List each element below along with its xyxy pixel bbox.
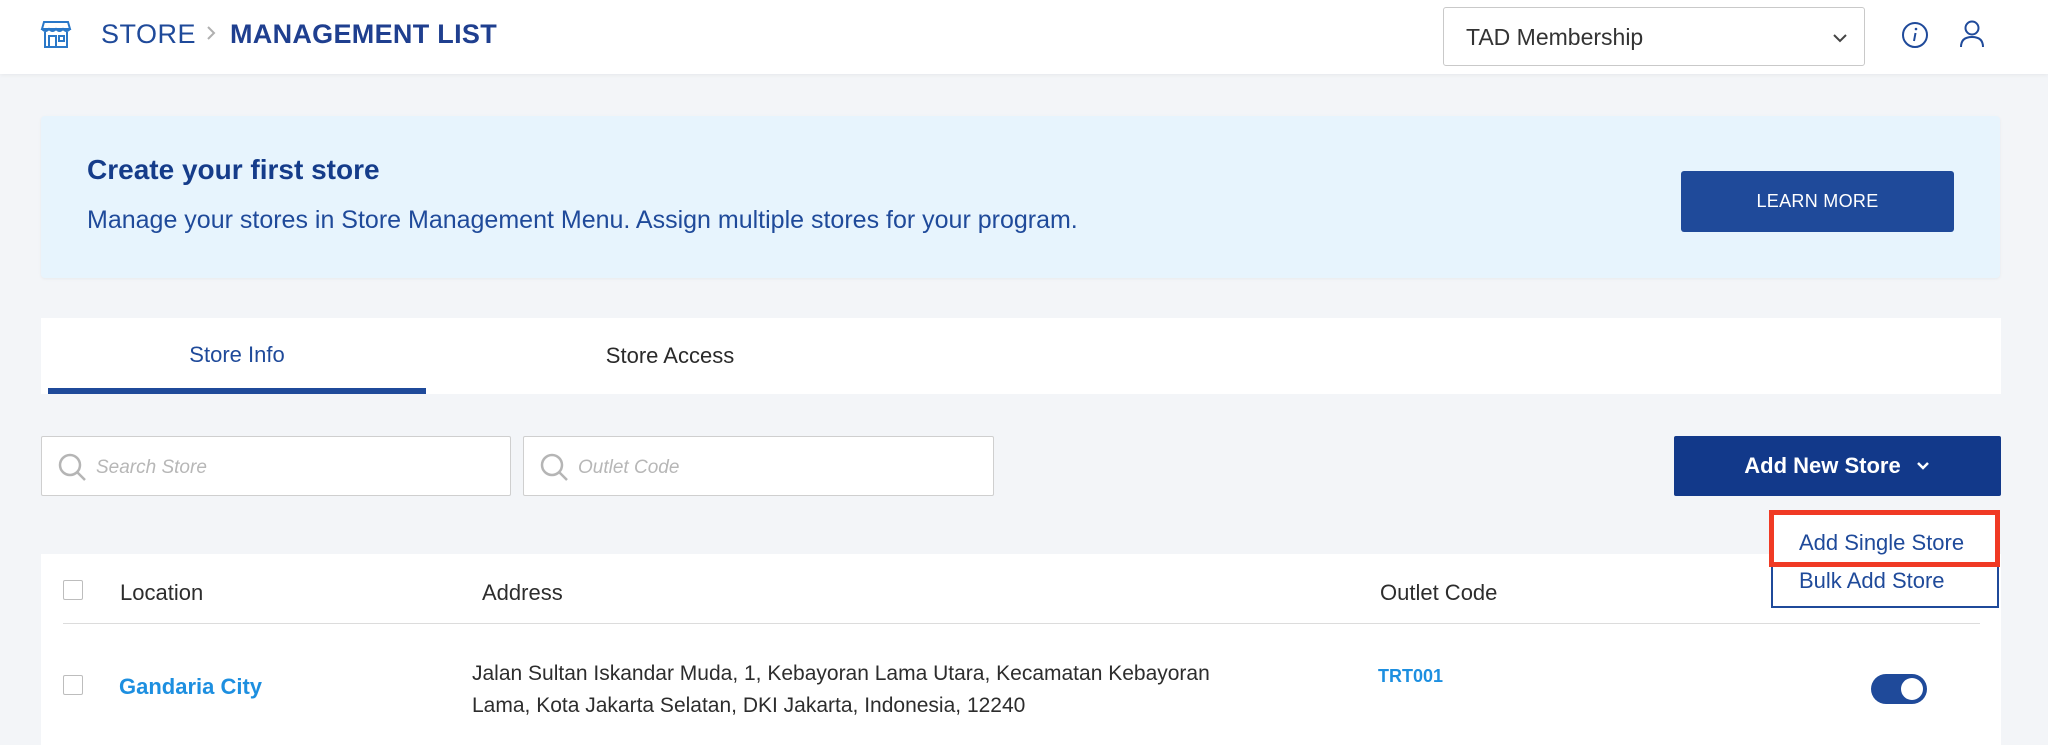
banner-description: Manage your stores in Store Management M… <box>87 206 1078 234</box>
top-header: STORE MANAGEMENT LIST TAD Membership <box>0 0 2048 74</box>
program-select-value: TAD Membership <box>1466 24 1644 50</box>
search-store-input[interactable]: Search Store <box>41 436 511 496</box>
store-icon[interactable] <box>40 18 72 50</box>
column-header-location: Location <box>120 580 204 605</box>
search-icon <box>58 453 86 481</box>
row-address: Jalan Sultan Iskandar Muda, 1, Kebayoran… <box>472 662 1210 717</box>
column-header-outlet-code: Outlet Code <box>1380 580 1498 605</box>
banner-title: Create your first store <box>87 154 380 185</box>
add-new-store-label: Add New Store <box>1744 453 1901 478</box>
store-table: Location Address Outlet Code Gandaria Ci… <box>41 554 2001 745</box>
chevron-down-icon <box>1833 34 1847 43</box>
search-store-placeholder: Search Store <box>96 457 207 478</box>
tab-bar: Store Info Store Access <box>41 318 2001 394</box>
tab-store-info[interactable]: Store Info <box>48 318 426 394</box>
menu-item-bulk-add-store[interactable]: Bulk Add Store <box>1799 568 1945 594</box>
chevron-right-icon <box>207 26 216 40</box>
menu-item-add-single-store[interactable]: Add Single Store <box>1799 530 1964 556</box>
toggle-knob <box>1901 678 1923 700</box>
onboarding-banner: Create your first store Manage your stor… <box>41 116 2000 278</box>
add-new-store-button[interactable]: Add New Store <box>1674 436 2001 496</box>
page-title: MANAGEMENT LIST <box>230 19 497 49</box>
info-icon[interactable] <box>1900 20 1930 50</box>
select-all-checkbox[interactable] <box>63 580 83 600</box>
search-icon <box>540 453 568 481</box>
column-header-address: Address <box>482 580 563 605</box>
row-checkbox[interactable] <box>63 675 83 695</box>
row-outlet-code[interactable]: TRT001 <box>1378 666 1443 687</box>
program-select[interactable]: TAD Membership <box>1443 7 1865 66</box>
tab-store-access[interactable]: Store Access <box>481 318 859 394</box>
user-icon[interactable] <box>1957 18 1987 50</box>
outlet-code-input[interactable]: Outlet Code <box>523 436 994 496</box>
chevron-down-icon <box>1916 462 1929 470</box>
row-location-link[interactable]: Gandaria City <box>119 674 262 700</box>
learn-more-button[interactable]: LEARN MORE <box>1681 171 1954 232</box>
outlet-code-placeholder: Outlet Code <box>578 457 680 478</box>
table-divider <box>63 623 1980 624</box>
add-store-dropdown-menu: Add Single Store Bulk Add Store <box>1771 512 1999 608</box>
row-status-toggle[interactable] <box>1871 674 1927 704</box>
breadcrumb-root[interactable]: STORE <box>101 19 196 50</box>
